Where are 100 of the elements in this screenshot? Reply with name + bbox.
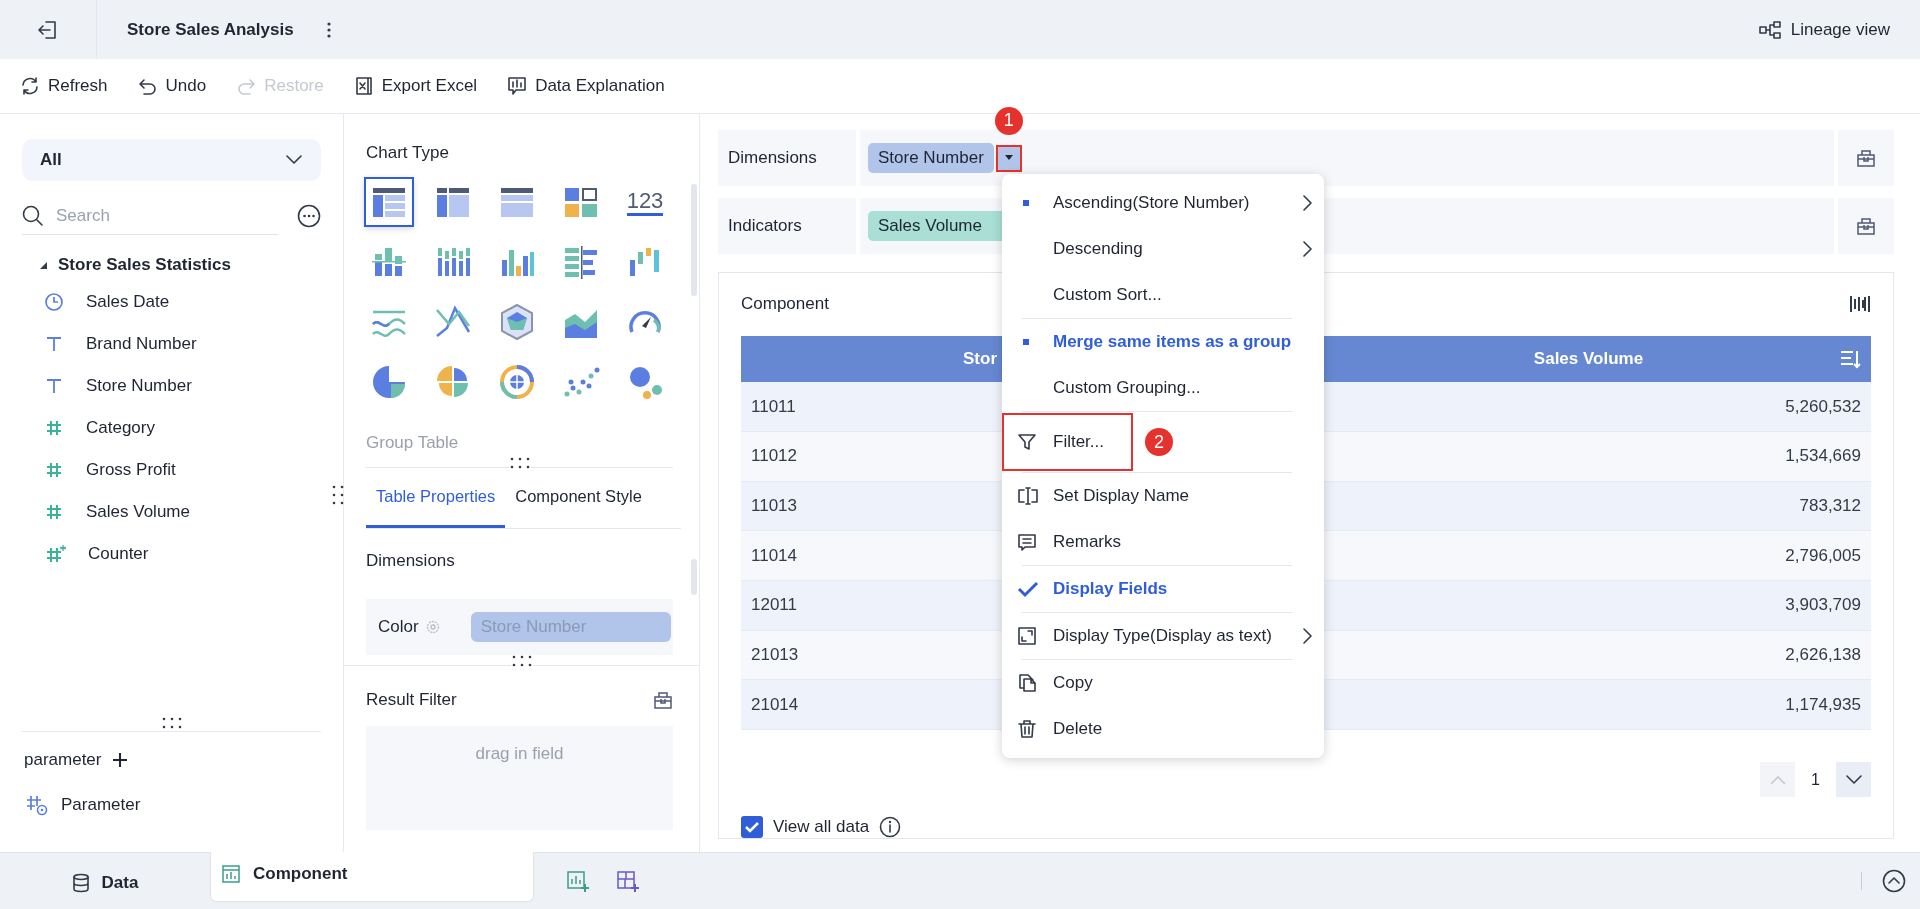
next-page-button[interactable] bbox=[1836, 762, 1871, 797]
tab[interactable]: Data bbox=[0, 863, 210, 909]
lineage-icon bbox=[1758, 20, 1781, 39]
menu-item[interactable]: Display Type(Display as text) bbox=[1002, 613, 1324, 659]
checkbox[interactable] bbox=[741, 816, 763, 838]
chart-type-option[interactable] bbox=[364, 177, 414, 227]
table-cell: 783,312 bbox=[1799, 495, 1861, 516]
parameter-icon bbox=[25, 794, 49, 816]
chart-comment-icon bbox=[507, 76, 528, 96]
component-title: Component bbox=[741, 294, 829, 315]
shelf-label: Indicators bbox=[718, 198, 860, 254]
lineage-view-button[interactable]: Lineage view bbox=[1758, 19, 1890, 40]
menu-item[interactable]: Remarks bbox=[1002, 519, 1324, 565]
add-layout-icon bbox=[616, 870, 640, 892]
scope-dropdown[interactable]: All bbox=[22, 139, 321, 181]
table-cell: 3,903,709 bbox=[1785, 595, 1861, 616]
menu-item[interactable]: Delete bbox=[1002, 706, 1324, 752]
drag-handle-icon bbox=[508, 457, 531, 469]
field-name[interactable]: Sales Volume bbox=[86, 502, 190, 522]
table-cell: 21014 bbox=[751, 694, 799, 715]
toolbox-icon bbox=[1856, 216, 1876, 236]
parameter-heading: parameter bbox=[24, 750, 102, 770]
column-header: Sales Volume bbox=[1533, 349, 1644, 370]
toolbar-button[interactable]: Undo bbox=[137, 76, 207, 96]
step-badge: 1 bbox=[994, 106, 1023, 135]
toolbar-button[interactable]: Refresh bbox=[20, 76, 108, 96]
toolbox-icon bbox=[653, 690, 673, 710]
scrollbar[interactable] bbox=[691, 184, 697, 296]
chevron-down-icon bbox=[285, 154, 303, 166]
toolbar-button[interactable]: Export Excel bbox=[353, 76, 478, 96]
table-cell: 11014 bbox=[751, 545, 797, 566]
gear-icon bbox=[424, 619, 441, 635]
spreadsheet-icon bbox=[353, 76, 374, 96]
section-title: Dimensions bbox=[366, 551, 456, 571]
table-cell: 21013 bbox=[751, 644, 799, 665]
hash-icon bbox=[44, 460, 64, 480]
info-icon bbox=[879, 816, 902, 838]
tab[interactable]: Component bbox=[210, 852, 534, 902]
toolbox-icon bbox=[1856, 148, 1876, 168]
sunburst-chart-icon bbox=[497, 362, 537, 402]
table-cell: 11011 bbox=[751, 396, 796, 417]
menu-item[interactable]: Custom Sort... bbox=[1002, 272, 1324, 318]
hash-icon bbox=[44, 418, 64, 438]
tab[interactable]: Table Properties bbox=[366, 468, 506, 528]
filter-icon bbox=[1017, 432, 1037, 452]
more-icon bbox=[325, 20, 332, 39]
drag-handle-icon bbox=[332, 484, 344, 506]
table-cell: 2,626,138 bbox=[1785, 644, 1861, 665]
clock-icon bbox=[44, 292, 64, 312]
scrollbar[interactable] bbox=[691, 559, 697, 595]
hash-star-icon bbox=[44, 544, 66, 564]
table-cell: 2,796,005 bbox=[1785, 545, 1861, 566]
expand-triangle-icon[interactable] bbox=[38, 260, 48, 270]
chevron-right-icon bbox=[1302, 627, 1314, 645]
chevron-up-icon bbox=[1768, 773, 1787, 786]
hash-icon bbox=[44, 502, 64, 522]
text-type-icon bbox=[44, 334, 64, 354]
table-cell: 1,534,669 bbox=[1785, 446, 1861, 467]
page-number: 1 bbox=[1811, 770, 1820, 789]
search-field[interactable]: Search bbox=[54, 204, 258, 227]
toolbar-button[interactable]: Data Explanation bbox=[507, 76, 665, 96]
add-icon bbox=[111, 751, 130, 769]
comment-icon bbox=[1017, 532, 1037, 552]
exit-icon bbox=[37, 18, 59, 41]
checkbox-label: View all data bbox=[773, 817, 870, 837]
chart-type-name: Group Table bbox=[366, 433, 460, 453]
menu-item[interactable]: Set Display Name bbox=[1002, 473, 1324, 519]
caret-icon bbox=[1003, 155, 1014, 161]
field-name[interactable]: Store Number bbox=[86, 376, 192, 396]
chart-type-option[interactable]: 123 bbox=[620, 177, 670, 227]
field-name[interactable]: Gross Profit bbox=[86, 460, 176, 480]
search-icon bbox=[22, 204, 44, 227]
tab[interactable]: Component Style bbox=[505, 468, 652, 528]
chevron-right-icon bbox=[1302, 194, 1314, 212]
menu-item[interactable]: Custom Grouping... bbox=[1002, 365, 1324, 411]
database-icon bbox=[71, 873, 90, 893]
drag-handle-icon bbox=[160, 717, 183, 729]
report-title: Store Sales Analysis bbox=[127, 19, 294, 40]
column-header: Stor bbox=[963, 349, 997, 370]
more-icon bbox=[297, 204, 321, 228]
menu-item[interactable]: Merge same items as a group bbox=[1002, 319, 1324, 365]
menu-item[interactable]: Filter... 2 bbox=[1002, 412, 1324, 472]
redo-icon bbox=[236, 76, 257, 96]
check-icon bbox=[1017, 580, 1039, 598]
parameter-name[interactable]: Parameter bbox=[61, 795, 141, 815]
shelf-label: Dimensions bbox=[718, 130, 860, 186]
field-name[interactable]: Counter bbox=[88, 544, 149, 564]
table-cell: 11013 bbox=[751, 495, 797, 516]
field-name[interactable]: Brand Number bbox=[86, 334, 197, 354]
dataset-name: Store Sales Statistics bbox=[58, 255, 231, 275]
menu-item[interactable]: Copy bbox=[1002, 660, 1324, 706]
field-name[interactable]: Sales Date bbox=[86, 292, 170, 312]
table-cell: 11012 bbox=[751, 446, 797, 467]
field-name[interactable]: Category bbox=[86, 418, 155, 438]
table-cell: 12011 bbox=[751, 595, 797, 616]
trash-icon bbox=[1017, 719, 1037, 739]
collapse-up-icon bbox=[1882, 869, 1906, 893]
field-chip[interactable]: Store Number bbox=[868, 143, 994, 173]
menu-item[interactable]: Display Fields bbox=[1002, 566, 1324, 612]
copy-icon bbox=[1017, 673, 1037, 693]
